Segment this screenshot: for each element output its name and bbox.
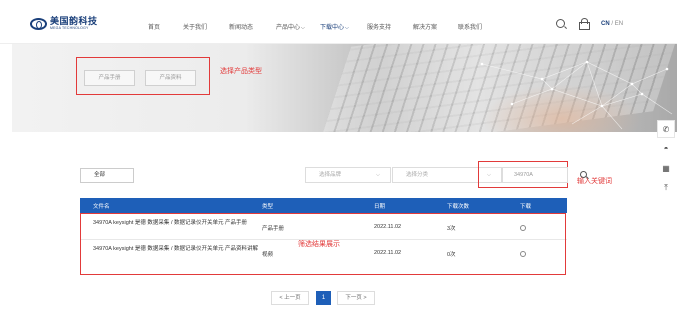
col-header-download: 下载 bbox=[520, 204, 532, 210]
logo-mark-icon bbox=[30, 17, 47, 30]
nav-item-products[interactable]: 产品中心⌵ bbox=[276, 22, 305, 31]
page-number-current[interactable]: 1 bbox=[316, 291, 331, 305]
nav-item-about[interactable]: 关于我们 bbox=[183, 22, 207, 31]
chevron-down-icon: ⌵ bbox=[375, 172, 380, 178]
col-header-date: 日期 bbox=[374, 204, 386, 210]
brand-name-en: MEGA TECHNOLOGY bbox=[50, 26, 89, 30]
filter-all-button[interactable]: 全部 bbox=[80, 168, 134, 183]
lang-cn[interactable]: CN bbox=[601, 21, 610, 27]
nav-item-solutions[interactable]: 解决方案 bbox=[413, 22, 437, 31]
headset-icon[interactable]: ◓ bbox=[657, 139, 675, 157]
prev-page-button[interactable]: < 上一页 bbox=[271, 291, 309, 305]
category-select-placeholder: 选择分类 bbox=[406, 172, 429, 178]
keyword-input[interactable]: 34970A bbox=[502, 167, 568, 183]
lang-separator: / bbox=[611, 21, 614, 27]
nav-item-products-label: 产品中心 bbox=[276, 25, 301, 31]
language-switch[interactable]: CN / EN bbox=[601, 21, 623, 27]
brand-select-placeholder: 选择品牌 bbox=[319, 172, 342, 178]
nav-item-downloads[interactable]: 下载中心⌵ bbox=[320, 22, 349, 31]
brand-select[interactable]: 选择品牌 ⌵ bbox=[305, 167, 391, 183]
chevron-down-icon: ⌵ bbox=[345, 25, 349, 31]
col-header-type: 类型 bbox=[262, 204, 274, 210]
col-header-filename: 文件名 bbox=[93, 204, 110, 210]
chevron-down-icon: ⌵ bbox=[301, 25, 305, 31]
annotation-box-results bbox=[80, 213, 566, 275]
phone-icon[interactable]: ✆ bbox=[657, 120, 675, 138]
annotation-select-type: 选择产品类型 bbox=[220, 68, 262, 75]
site-header: 美国韵科技 MEGA TECHNOLOGY 首页 关于我们 新闻动态 产品中心⌵… bbox=[0, 0, 677, 44]
annotation-keyword: 输入关键词 bbox=[577, 178, 612, 185]
user-icon[interactable] bbox=[579, 18, 590, 30]
nav-item-support[interactable]: 服务支持 bbox=[367, 22, 391, 31]
nav-item-news[interactable]: 新闻动态 bbox=[229, 22, 253, 31]
nav-item-downloads-label: 下载中心 bbox=[320, 25, 345, 31]
results-table-header: 文件名 类型 日期 下载次数 下载 bbox=[80, 198, 567, 213]
brand-name-cn: 美国韵科技 bbox=[50, 16, 98, 26]
back-to-top-icon[interactable]: ⤒ bbox=[657, 179, 675, 197]
search-icon[interactable] bbox=[556, 19, 565, 28]
nav-item-home[interactable]: 首页 bbox=[148, 22, 160, 31]
next-page-button[interactable]: 下一页 > bbox=[337, 291, 375, 305]
nav-item-contact[interactable]: 联系我们 bbox=[458, 22, 482, 31]
type-button-materials[interactable]: 产品资料 bbox=[145, 70, 196, 86]
col-header-count: 下载次数 bbox=[447, 204, 470, 210]
lang-en[interactable]: EN bbox=[615, 21, 623, 27]
type-button-manual[interactable]: 产品手册 bbox=[84, 70, 135, 86]
qr-code-icon[interactable]: ▦ bbox=[657, 159, 675, 177]
brand-logo[interactable]: 美国韵科技 MEGA TECHNOLOGY bbox=[30, 17, 98, 31]
